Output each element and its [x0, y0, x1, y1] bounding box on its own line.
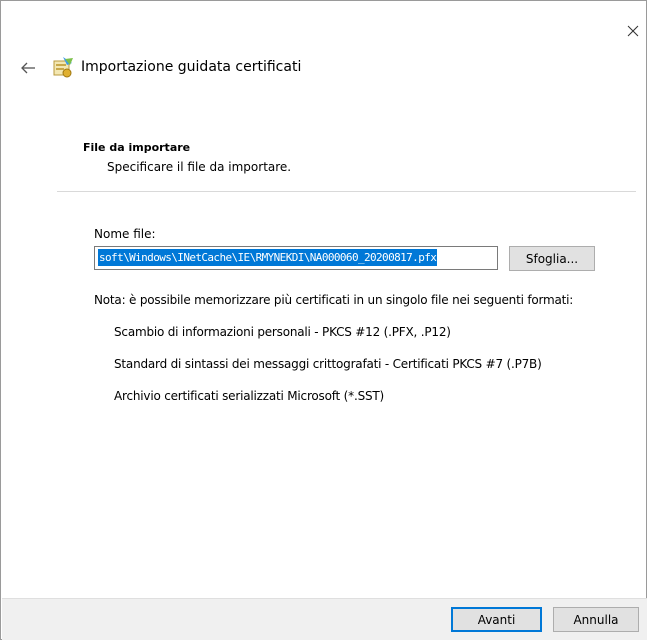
format-item-sst: Archivio certificati serializzati Micros… — [114, 389, 385, 403]
back-button[interactable] — [16, 56, 40, 80]
wizard-title: Importazione guidata certificati — [81, 59, 302, 75]
section-description: Specificare il file da importare. — [107, 160, 292, 174]
cancel-button[interactable]: Annulla — [553, 607, 639, 632]
close-button[interactable] — [621, 19, 645, 43]
file-name-input[interactable]: soft\Windows\INetCache\IE\RMYNEKDI\NA000… — [94, 246, 498, 270]
header-divider — [57, 191, 636, 192]
close-icon — [627, 25, 639, 37]
certificate-wizard-icon — [50, 54, 76, 80]
browse-button[interactable]: Sfoglia... — [509, 246, 595, 271]
format-item-pkcs12: Scambio di informazioni personali - PKCS… — [114, 325, 451, 339]
back-arrow-icon — [21, 62, 35, 74]
section-heading: File da importare — [83, 141, 191, 154]
format-item-pkcs7: Standard di sintassi dei messaggi critto… — [114, 357, 542, 371]
certificate-import-wizard-window: Importazione guidata certificati File da… — [0, 0, 647, 640]
next-button[interactable]: Avanti — [451, 607, 542, 632]
file-name-value: soft\Windows\INetCache\IE\RMYNEKDI\NA000… — [98, 249, 438, 266]
formats-note: Nota: è possibile memorizzare più certif… — [94, 293, 574, 307]
file-name-label: Nome file: — [94, 227, 156, 241]
footer-bar — [2, 598, 647, 640]
